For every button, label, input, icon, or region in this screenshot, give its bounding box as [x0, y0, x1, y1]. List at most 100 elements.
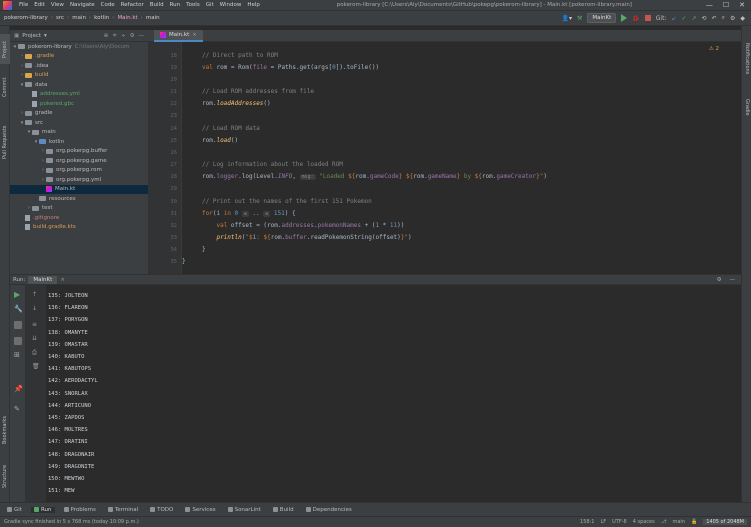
tree-item[interactable]: › gradle: [10, 109, 148, 119]
line-number[interactable]: 26: [170, 150, 177, 156]
editor-tab-main-kt[interactable]: Main.kt ×: [154, 30, 203, 42]
project-view-dropdown-icon[interactable]: ▾: [44, 33, 47, 39]
breadcrumb-file[interactable]: Main.kt: [117, 15, 137, 21]
tree-item[interactable]: Main.kt: [10, 184, 148, 194]
breadcrumb-src[interactable]: src: [56, 15, 64, 21]
line-number[interactable]: 27: [170, 162, 177, 168]
line-number[interactable]: 22: [170, 101, 177, 107]
line-number[interactable]: 23: [170, 113, 177, 119]
breadcrumb-function[interactable]: main: [146, 15, 160, 21]
inspection-widget[interactable]: ⚠ 2: [709, 46, 719, 52]
scroll-down-icon[interactable]: ↓: [32, 305, 37, 312]
debug-icon[interactable]: 🐞: [632, 15, 639, 22]
settings-icon[interactable]: ⚙: [730, 15, 735, 22]
options-icon[interactable]: ⚙: [130, 33, 135, 39]
close-run-tab-icon[interactable]: ×: [60, 277, 65, 283]
indent-setting[interactable]: 4 spaces: [633, 519, 655, 525]
menu-view[interactable]: View: [48, 2, 67, 8]
bottom-tab-terminal[interactable]: Terminal: [105, 507, 141, 513]
tree-item[interactable]: .gitignore: [10, 213, 148, 223]
line-number[interactable]: 21: [170, 89, 177, 95]
line-separator[interactable]: LF: [600, 519, 606, 525]
line-number[interactable]: 24: [170, 126, 177, 132]
tree-item[interactable]: build.gradle.kts: [10, 223, 148, 233]
menu-window[interactable]: Window: [217, 2, 245, 8]
menu-navigate[interactable]: Navigate: [67, 2, 98, 8]
tree-item[interactable]: ▾ pokerom-library C:\Users\Aly\Docum: [10, 42, 148, 52]
tool-tab-project[interactable]: Project: [0, 34, 10, 64]
tool-tab-gradle[interactable]: Gradle: [742, 92, 751, 122]
search-icon[interactable]: ⌕: [722, 14, 725, 22]
tool-tab-bookmarks[interactable]: Bookmarks: [0, 410, 10, 450]
line-number[interactable]: 28: [170, 174, 177, 180]
tree-item[interactable]: ▾ src: [10, 118, 148, 128]
stop-icon[interactable]: [644, 15, 651, 21]
line-number[interactable]: 29: [170, 186, 177, 192]
line-number[interactable]: 20: [170, 77, 177, 83]
hide-run-panel-icon[interactable]: —: [730, 277, 736, 283]
tree-item[interactable]: resources: [10, 194, 148, 204]
tree-item[interactable]: › .idea: [10, 61, 148, 71]
menu-build[interactable]: Build: [147, 2, 167, 8]
line-number[interactable]: 25: [170, 138, 177, 144]
bottom-tab-git[interactable]: Git: [4, 507, 25, 513]
bottom-tab-run[interactable]: Run: [30, 506, 55, 513]
hammer-build-icon[interactable]: ⚒: [577, 15, 582, 22]
locate-icon[interactable]: ⊕: [104, 33, 109, 39]
line-number[interactable]: 33: [170, 235, 177, 241]
tool-tab-commit[interactable]: Commit: [0, 70, 10, 104]
menu-help[interactable]: Help: [244, 2, 263, 8]
clear-icon[interactable]: 🗑: [32, 363, 40, 370]
tree-item[interactable]: pokered.gbc: [10, 99, 148, 109]
tree-item[interactable]: › build: [10, 71, 148, 81]
menu-code[interactable]: Code: [98, 2, 118, 8]
menu-tools[interactable]: Tools: [183, 2, 203, 8]
minimize-button[interactable]: —: [706, 1, 713, 9]
tree-item[interactable]: › org.pokerpg.rom: [10, 166, 148, 176]
tree-item[interactable]: ▾ main: [10, 128, 148, 138]
pin-tab-icon[interactable]: ✎: [14, 405, 22, 413]
git-branch[interactable]: main: [673, 519, 686, 525]
menu-edit[interactable]: Edit: [31, 2, 48, 8]
bottom-tab-services[interactable]: Services: [182, 507, 218, 513]
rollback-icon[interactable]: ↶: [712, 15, 717, 22]
tool-tab-notifications[interactable]: Notifications: [742, 34, 751, 84]
tree-item[interactable]: › org.pokerpg.yml: [10, 175, 148, 185]
expand-all-icon[interactable]: ÷: [121, 33, 126, 39]
git-push-icon[interactable]: ↗: [692, 15, 697, 22]
close-tab-icon[interactable]: ×: [192, 32, 197, 38]
file-encoding[interactable]: UTF-8: [612, 519, 627, 525]
layout-icon[interactable]: ⊞: [14, 351, 22, 359]
camera-icon[interactable]: [14, 337, 22, 345]
scroll-up-icon[interactable]: ↑: [32, 291, 37, 298]
history-icon[interactable]: ⟲: [702, 15, 707, 22]
scroll-to-end-icon[interactable]: ⇊: [32, 335, 37, 342]
line-number[interactable]: 18: [170, 53, 177, 59]
code-editor[interactable]: ⚠ 2 // Direct path to ROM val rom = Rom(…: [182, 42, 741, 274]
run-console[interactable]: 135: JOLTEON 136: FLAREON 137: PORYGON 138:…: [46, 285, 741, 502]
tree-item[interactable]: › .gradle: [10, 52, 148, 62]
git-update-icon[interactable]: ↙: [671, 15, 676, 22]
menu-run[interactable]: Run: [167, 2, 184, 8]
status-message[interactable]: Gradle sync finished in 5 s 768 ms (toda…: [4, 519, 139, 525]
soft-wrap-icon[interactable]: ≡: [32, 321, 37, 328]
collapse-all-icon[interactable]: ≑: [112, 33, 117, 39]
jetbrains-icon[interactable]: ◆: [740, 15, 745, 22]
tree-item[interactable]: ▾ kotlin: [10, 137, 148, 147]
tree-item[interactable]: › org.pokerpg.buffer: [10, 147, 148, 157]
line-number[interactable]: 35: [170, 259, 177, 265]
tool-tab-structure[interactable]: Structure: [0, 458, 10, 494]
pin-icon[interactable]: 📌: [14, 385, 23, 393]
caret-position[interactable]: 158:1: [580, 519, 594, 525]
run-tab-mainkt[interactable]: MainKt: [28, 275, 58, 284]
memory-indicator[interactable]: 1405 of 2048M: [703, 519, 747, 525]
project-panel-title[interactable]: Project: [22, 33, 41, 39]
menu-file[interactable]: File: [16, 2, 31, 8]
run-icon[interactable]: [621, 14, 628, 22]
bottom-tab-build[interactable]: Build: [270, 507, 297, 513]
run-config-select[interactable]: MainKt: [587, 13, 617, 23]
user-icon[interactable]: 👤▾: [561, 15, 571, 22]
bottom-tab-todo[interactable]: TODO: [147, 507, 176, 513]
menu-refactor[interactable]: Refactor: [118, 2, 147, 8]
menu-git[interactable]: Git: [203, 2, 217, 8]
